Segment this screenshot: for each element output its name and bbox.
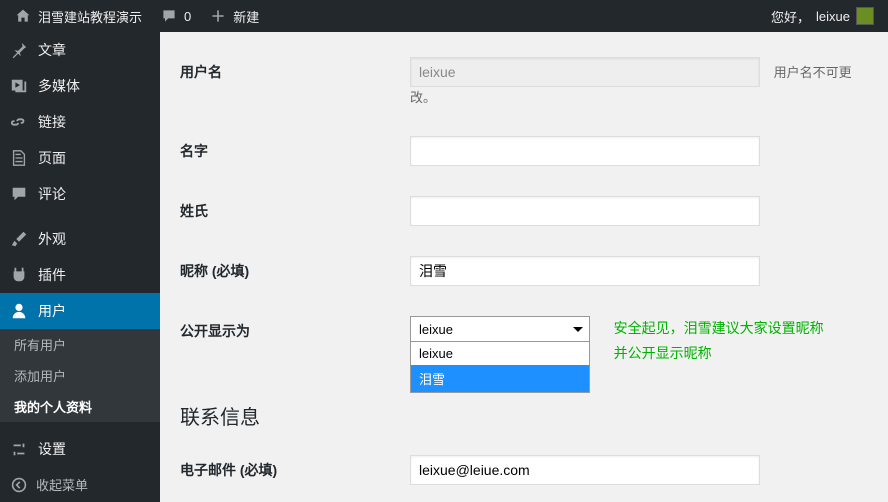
displayname-label: 公开显示为 (180, 301, 400, 381)
menu-label: 多媒体 (38, 76, 80, 96)
menu-media[interactable]: 多媒体 (0, 68, 160, 104)
username-input (410, 57, 760, 87)
menu-comments[interactable]: 评论 (0, 176, 160, 212)
home-icon (14, 7, 32, 25)
admin-sidebar: 文章 多媒体 链接 页面 评论 外观 插件 用户 (0, 32, 160, 502)
collapse-label: 收起菜单 (36, 475, 88, 494)
comment-icon (10, 185, 28, 203)
displayname-option-1[interactable]: 泪雪 (411, 365, 589, 392)
nickname-input[interactable] (410, 256, 760, 286)
email-label: 电子邮件 (必填) (180, 440, 400, 500)
comments-link[interactable]: 0 (154, 7, 197, 25)
submenu-all-users[interactable]: 所有用户 (0, 329, 160, 360)
plus-icon (209, 7, 227, 25)
menu-label: 评论 (38, 184, 66, 204)
menu-plugins[interactable]: 插件 (0, 257, 160, 293)
menu-appearance[interactable]: 外观 (0, 221, 160, 257)
collapse-menu[interactable]: 收起菜单 (0, 467, 160, 502)
menu-settings[interactable]: 设置 (0, 431, 160, 467)
displayname-option-0[interactable]: leixue (411, 342, 589, 365)
brush-icon (10, 230, 28, 248)
new-label: 新建 (233, 7, 259, 26)
submenu-add-user[interactable]: 添加用户 (0, 360, 160, 391)
greeting-text: 您好， (771, 7, 810, 26)
submenu-profile[interactable]: 我的个人资料 (0, 391, 160, 422)
menu-label: 用户 (38, 301, 66, 321)
nickname-label: 昵称 (必填) (180, 241, 400, 301)
displayname-select[interactable]: leixue (410, 316, 590, 342)
site-home-link[interactable]: 泪雪建站教程演示 (8, 7, 148, 26)
lastname-input[interactable] (410, 196, 760, 226)
avatar (856, 7, 874, 25)
collapse-icon (10, 476, 28, 494)
pin-icon (10, 41, 28, 59)
lastname-label: 姓氏 (180, 181, 400, 241)
menu-label: 文章 (38, 40, 66, 60)
user-icon (10, 302, 28, 320)
settings-icon (10, 440, 28, 458)
submenu-users: 所有用户 添加用户 我的个人资料 (0, 329, 160, 422)
media-icon (10, 77, 28, 95)
firstname-input[interactable] (410, 136, 760, 166)
account-link[interactable]: 您好， leixue (765, 7, 880, 26)
admin-bar: 泪雪建站教程演示 0 新建 您好， leixue (0, 0, 888, 32)
menu-posts[interactable]: 文章 (0, 32, 160, 68)
email-input[interactable] (410, 455, 760, 485)
username-label: 用户名 (180, 42, 400, 121)
menu-pages[interactable]: 页面 (0, 140, 160, 176)
comments-count: 0 (184, 9, 191, 24)
page-icon (10, 149, 28, 167)
menu-label: 插件 (38, 265, 66, 285)
link-icon (10, 113, 28, 131)
menu-label: 外观 (38, 229, 66, 249)
firstname-label: 名字 (180, 121, 400, 181)
menu-label: 链接 (38, 112, 66, 132)
annotation-line1: 安全起见，泪雪建议大家设置昵称 (614, 316, 824, 341)
site-name: 泪雪建站教程演示 (38, 7, 142, 26)
menu-users[interactable]: 用户 (0, 293, 160, 329)
menu-label: 设置 (38, 439, 66, 459)
account-username: leixue (816, 9, 850, 24)
comment-icon (160, 7, 178, 25)
plugin-icon (10, 266, 28, 284)
displayname-selected: leixue (419, 322, 453, 337)
main-content: 用户名 用户名不可更改。 名字 姓氏 昵称 (必填) 公开显示为 (160, 32, 888, 502)
menu-label: 页面 (38, 148, 66, 168)
menu-links[interactable]: 链接 (0, 104, 160, 140)
displayname-dropdown: leixue 泪雪 (410, 342, 590, 393)
new-content-link[interactable]: 新建 (203, 7, 265, 26)
annotation-line2: 并公开显示昵称 (614, 341, 824, 366)
annotation: 安全起见，泪雪建议大家设置昵称 并公开显示昵称 (614, 316, 824, 366)
